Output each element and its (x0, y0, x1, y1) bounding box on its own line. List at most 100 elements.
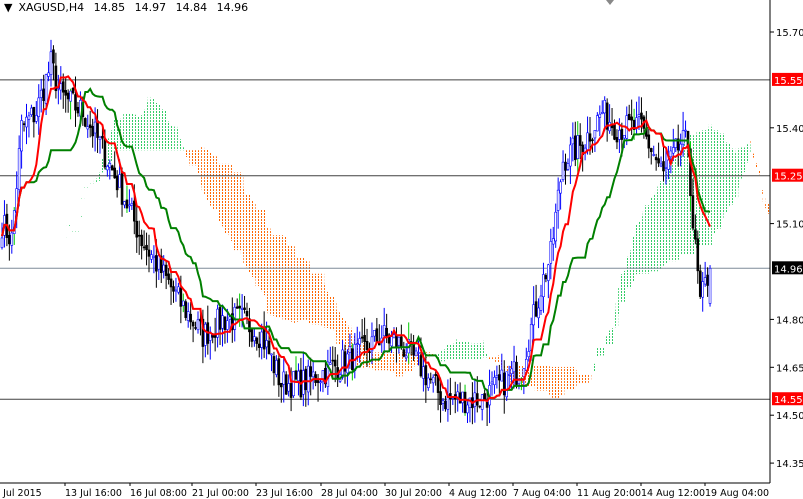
cloud-segment (476, 343, 479, 360)
cloud-segment (659, 181, 663, 270)
high-value: 14.97 (134, 1, 167, 14)
candle-body (698, 270, 702, 297)
candle-body (684, 129, 687, 132)
candle (57, 74, 60, 105)
candle (3, 200, 6, 248)
candle (69, 88, 72, 120)
cloud-segment (603, 347, 606, 356)
price-level-label: 15.25 (774, 172, 803, 183)
candle-body (32, 106, 36, 123)
cloud-segment (248, 194, 251, 273)
candle-body (439, 391, 442, 405)
cloud-segment (664, 171, 668, 264)
candle (22, 121, 26, 132)
candle (106, 164, 109, 177)
cloud-segment (177, 127, 180, 151)
candle (333, 346, 337, 383)
cloud-segment (681, 143, 685, 255)
candle (431, 374, 435, 393)
candle-body (703, 277, 707, 285)
candle (605, 98, 609, 142)
candle-body (84, 118, 87, 127)
candle-body (375, 328, 379, 343)
cloud-segment (561, 366, 565, 396)
cloud-segment (140, 115, 143, 151)
candle-body (91, 125, 94, 137)
candle (532, 286, 535, 341)
cloud-segment (150, 99, 153, 151)
cloud-segment (390, 352, 393, 372)
dropdown-triangle-icon[interactable]: ▼ (4, 1, 12, 14)
candle (223, 316, 227, 344)
cloud-segment (456, 339, 459, 360)
open-value: 14.85 (93, 1, 126, 14)
candle-body (493, 377, 496, 386)
candle (706, 267, 709, 297)
candle-body (162, 264, 165, 272)
candle (701, 272, 705, 312)
candle (498, 364, 501, 394)
cloud-segment (338, 312, 342, 345)
candle (652, 145, 656, 157)
candle (194, 321, 197, 331)
candle-body (524, 358, 528, 371)
price-chart: 15.70 15.40 15.10 14.80 14.65 14.50 14.35 15.55… (0, 0, 803, 499)
cloud-segment (184, 150, 187, 157)
candle (402, 341, 406, 358)
cloud-segment (441, 350, 445, 362)
candle (635, 101, 638, 135)
candle (257, 331, 261, 358)
candle (441, 397, 445, 411)
cloud-segment (748, 144, 751, 153)
candle (120, 167, 124, 217)
candle-body (608, 122, 611, 132)
x-tick-label: 9 Jul 2015 (0, 488, 42, 499)
candle-body (59, 83, 63, 91)
candle (186, 302, 190, 328)
cloud-segment (667, 166, 670, 262)
candle (319, 379, 322, 392)
cloud-segment (211, 156, 214, 210)
x-tick-label: 23 Jul 16:00 (256, 488, 313, 499)
candle (444, 395, 447, 412)
candle-body (402, 349, 406, 357)
x-tick-label: 21 Jul 00:00 (192, 488, 249, 499)
candle (637, 96, 641, 130)
candle (351, 343, 354, 381)
y-tick-label: 15.70 (776, 28, 803, 39)
candle (309, 357, 313, 396)
candle (30, 104, 33, 117)
cloud-segment (559, 366, 562, 396)
candle-body (551, 238, 555, 245)
cloud-segment (608, 330, 611, 345)
candle (292, 371, 295, 398)
candle-body (613, 124, 616, 140)
candle-body (167, 273, 170, 280)
candle (61, 73, 65, 109)
candle (500, 353, 504, 382)
cloud-segment (605, 336, 609, 345)
cloud-segment (316, 273, 320, 325)
y-tick-label: 14.65 (776, 363, 803, 374)
symbol-label: XAGUSD,H4 (18, 1, 85, 14)
candle-body (620, 128, 624, 140)
candle-body (395, 334, 398, 348)
candle (47, 61, 50, 82)
candle-body (662, 161, 665, 172)
candle-body (22, 123, 26, 125)
candle-body (20, 120, 23, 152)
candle (610, 107, 614, 136)
cloud-segment (307, 261, 310, 324)
candle (231, 297, 234, 343)
cloud-segment (233, 172, 236, 251)
x-tick-label: 14 Aug 12:00 (641, 488, 705, 499)
candle-body (223, 316, 227, 330)
candle (64, 76, 67, 113)
candle-body (706, 274, 709, 286)
candle (505, 371, 509, 401)
candle-body (30, 107, 33, 115)
cloud-segment (228, 164, 232, 236)
candle-body (456, 391, 460, 398)
cloud-segment (84, 187, 87, 189)
candle (191, 320, 195, 343)
